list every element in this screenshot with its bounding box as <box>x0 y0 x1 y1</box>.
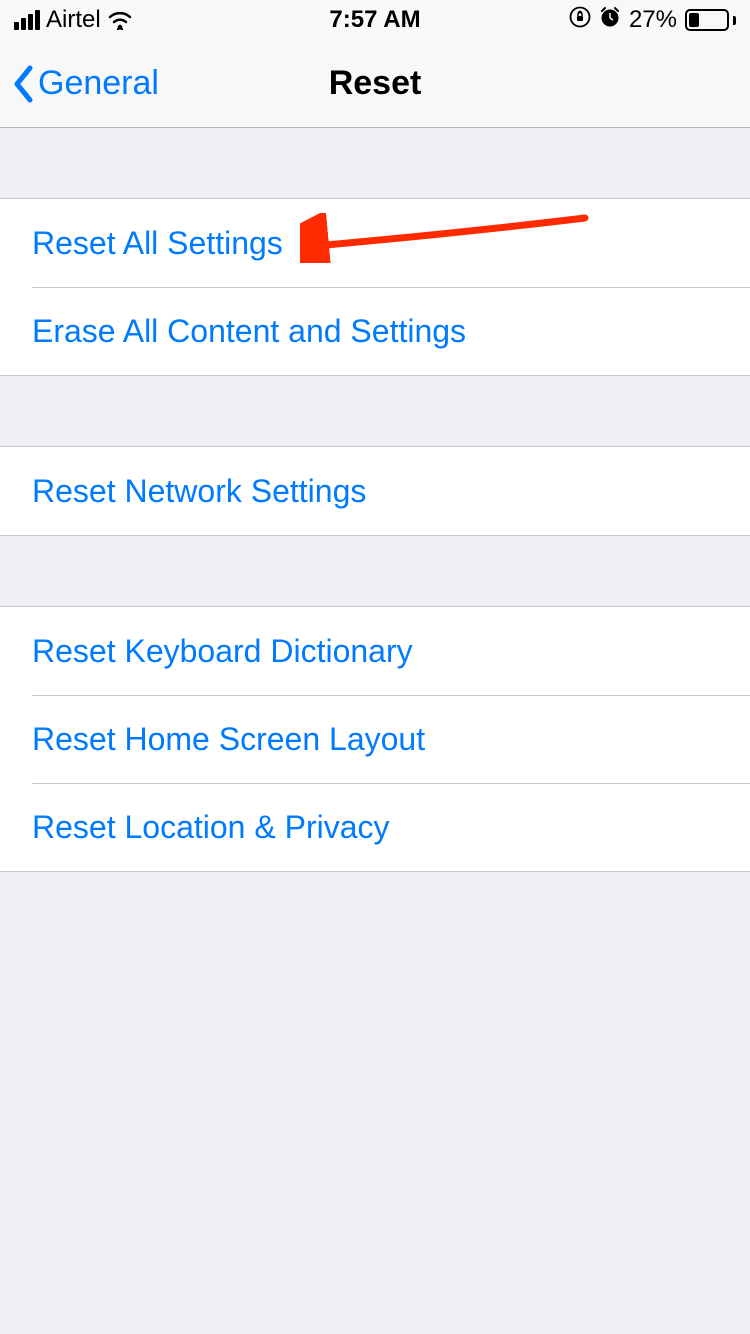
wifi-icon <box>107 10 133 30</box>
navigation-bar: General Reset <box>0 40 750 128</box>
reset-network-settings-row[interactable]: Reset Network Settings <box>0 447 750 535</box>
status-time: 7:57 AM <box>329 6 420 34</box>
reset-keyboard-dictionary-row[interactable]: Reset Keyboard Dictionary <box>0 607 750 695</box>
row-label: Reset Network Settings <box>32 473 366 510</box>
status-left: Airtel <box>14 6 133 34</box>
reset-group-2: Reset Network Settings <box>0 446 750 536</box>
reset-home-screen-layout-row[interactable]: Reset Home Screen Layout <box>0 695 750 783</box>
row-label: Reset Keyboard Dictionary <box>32 633 413 670</box>
battery-percent: 27% <box>629 6 677 34</box>
status-right: 27% <box>569 6 736 35</box>
orientation-lock-icon <box>569 6 591 35</box>
section-spacer <box>0 128 750 198</box>
section-spacer <box>0 536 750 606</box>
row-label: Reset Home Screen Layout <box>32 721 425 758</box>
reset-group-3: Reset Keyboard Dictionary Reset Home Scr… <box>0 606 750 872</box>
carrier-label: Airtel <box>46 6 101 34</box>
battery-icon <box>685 9 736 31</box>
back-button[interactable]: General <box>12 64 159 103</box>
row-label: Reset All Settings <box>32 225 283 262</box>
reset-all-settings-row[interactable]: Reset All Settings <box>0 199 750 287</box>
back-label: General <box>38 64 159 103</box>
status-bar: Airtel 7:57 AM 27 <box>0 0 750 40</box>
reset-location-privacy-row[interactable]: Reset Location & Privacy <box>0 783 750 871</box>
section-spacer <box>0 376 750 446</box>
alarm-icon <box>599 6 621 34</box>
cellular-signal-icon <box>14 10 40 30</box>
row-label: Erase All Content and Settings <box>32 313 466 350</box>
reset-group-1: Reset All Settings Erase All Content and… <box>0 198 750 376</box>
erase-all-content-row[interactable]: Erase All Content and Settings <box>0 287 750 375</box>
page-title: Reset <box>329 64 422 103</box>
chevron-left-icon <box>12 65 34 103</box>
row-label: Reset Location & Privacy <box>32 809 390 846</box>
